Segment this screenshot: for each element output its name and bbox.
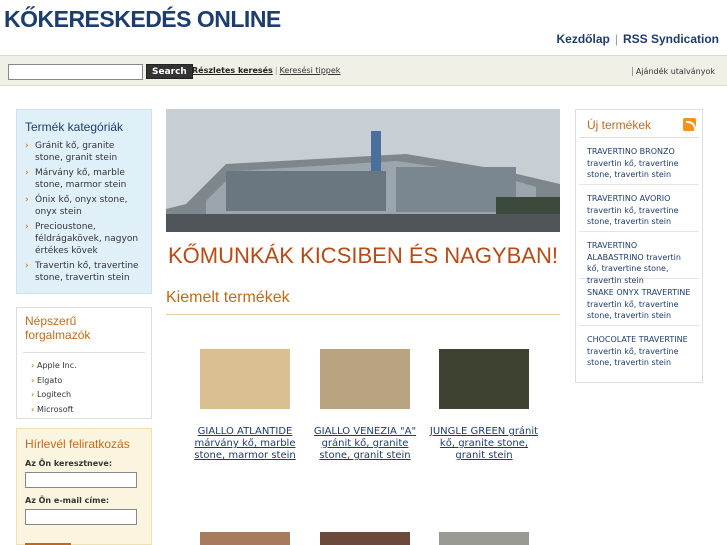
hero-banner-image [166,109,560,232]
product-thumbnail[interactable] [200,349,290,409]
first-name-label: Az Ön keresztneve: [25,459,113,468]
nav-separator: | [614,32,618,46]
product-card[interactable]: JUNGLE GREEN gránit kő, granite stone, g… [425,349,543,462]
product-name-link[interactable]: GIALLO ATLANTIDE márvány kő, marble ston… [186,426,304,462]
nav-home-link[interactable]: Kezdőlap [557,32,610,46]
slogan-heading: KŐMUNKÁK KICSIBEN ÉS NAGYBAN! [168,243,558,268]
new-product-item[interactable]: TRAVERTINO BRONZO travertin kő, traverti… [579,138,699,185]
gift-vouchers-link[interactable]: Ajándék utalványok [631,67,715,76]
brand-item[interactable]: Elgato [31,374,145,389]
category-item-marble[interactable]: Márvány kő, marble stone, marmor stein [25,167,145,191]
rss-icon[interactable] [683,118,696,131]
new-product-item[interactable]: CHOCOLATE TRAVERTINE travertin kő, trave… [579,326,699,373]
product-name-link[interactable]: GIALLO VENEZIA "A" gránit kő, granite st… [306,426,424,462]
new-product-item[interactable]: TRAVERTINO ALABASTRINO travertin kő, tra… [579,232,699,285]
brand-item[interactable]: Microsoft [31,403,145,418]
top-nav: Kezdőlap | RSS Syndication [557,32,720,46]
categories-box: Termék kategóriák Gránit kő, granite sto… [16,109,152,294]
search-bar: Search Részletes keresés | Keresési tippek… [0,55,727,86]
brand-item[interactable]: Apple Inc. [31,359,145,374]
brand-item[interactable]: Logitech [31,388,145,403]
category-item-precious[interactable]: Precioustone, féldrágakövek, nagyon érté… [25,221,145,257]
email-label: Az Ön e-mail címe: [25,496,110,505]
product-name-link[interactable]: JUNGLE GREEN gránit kő, granite stone, g… [425,426,543,462]
brands-title: Népszerű forgalmazók [25,314,91,342]
category-item-onyx[interactable]: Ónix kő, onyx stone, onyx stein [25,194,145,218]
brand-list: Apple Inc. Elgato Logitech Microsoft [23,352,145,417]
featured-divider [166,314,560,315]
search-input[interactable] [8,64,143,80]
newsletter-box: Hírlevél feliratkozás Az Ön keresztneve:… [16,428,152,545]
category-item-granite[interactable]: Gránit kő, granite stone, granit stein [25,140,145,164]
new-products-title: Új termékek [587,118,652,132]
new-products-header: Új termékek [579,110,699,138]
site-title[interactable]: KŐKERESKEDÉS ONLINE [4,6,281,33]
building-illustration [166,109,560,232]
product-thumbnail[interactable] [200,532,290,545]
site-header: KŐKERESKEDÉS ONLINE Kezdőlap | RSS Syndi… [0,0,727,55]
product-thumbnail[interactable] [439,532,529,545]
product-card[interactable]: GIALLO VENEZIA "A" gránit kő, granite st… [306,349,424,462]
featured-products-title: Kiemelt termékek [166,289,290,306]
brands-box: Népszerű forgalmazók Apple Inc. Elgato L… [16,307,152,419]
link-separator: | [274,66,278,75]
product-thumbnail[interactable] [439,349,529,409]
nav-rss-link[interactable]: RSS Syndication [623,32,719,46]
categories-title: Termék kategóriák [25,120,124,134]
search-tips-link[interactable]: Keresési tippek [280,66,341,75]
product-thumbnail[interactable] [320,349,410,409]
newsletter-title: Hírlevél feliratkozás [25,437,130,451]
new-products-box: Új termékek TRAVERTINO BRONZO travertin … [575,109,703,383]
product-thumbnail[interactable] [320,532,410,545]
search-links: Részletes keresés | Keresési tippek [192,66,340,75]
first-name-field[interactable] [25,472,137,488]
new-product-item[interactable]: TRAVERTINO AVORIO travertin kő, traverti… [579,185,699,232]
advanced-search-link[interactable]: Részletes keresés [192,66,273,75]
category-item-travertine[interactable]: Travertin kő, travertine stone, traverti… [25,260,145,284]
category-list: Gránit kő, granite stone, granit stein M… [17,138,151,284]
email-field[interactable] [25,509,137,525]
product-card[interactable]: GIALLO ATLANTIDE márvány kő, marble ston… [186,349,304,462]
search-button[interactable]: Search [146,64,193,79]
new-product-item[interactable]: SNAKE ONYX TRAVERTINE travertin kő, trav… [579,279,699,326]
